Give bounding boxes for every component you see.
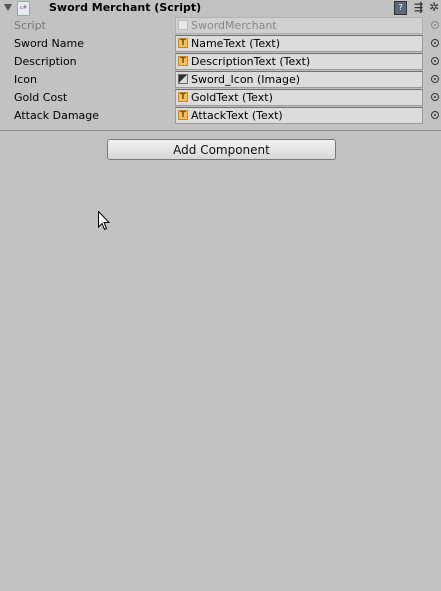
script-field: SwordMerchant	[175, 17, 423, 34]
description-field[interactable]: T DescriptionText (Text)	[175, 53, 423, 70]
object-picker-icon[interactable]	[431, 75, 439, 83]
field-label: Icon	[14, 73, 37, 86]
attack-damage-field[interactable]: T AttackText (Text)	[175, 107, 423, 124]
csharp-script-icon: c#	[17, 1, 30, 16]
field-row-attack-damage: Attack Damage T AttackText (Text)	[0, 107, 441, 125]
field-value: SwordMerchant	[191, 19, 277, 32]
field-label: Description	[14, 55, 77, 68]
field-row-description: Description T DescriptionText (Text)	[0, 53, 441, 71]
component-title: Sword Merchant (Script)	[49, 1, 202, 14]
image-icon	[178, 74, 188, 84]
field-value: Sword_Icon (Image)	[191, 73, 301, 86]
text-icon: T	[178, 92, 188, 102]
text-icon: T	[178, 56, 188, 66]
preset-icon[interactable]: ⇶	[414, 1, 423, 15]
field-row-sword-name: Sword Name T NameText (Text)	[0, 35, 441, 53]
field-label: Script	[14, 19, 46, 32]
field-label: Gold Cost	[14, 91, 68, 104]
object-picker-icon[interactable]	[431, 39, 439, 47]
sword-name-field[interactable]: T NameText (Text)	[175, 35, 423, 52]
field-value: DescriptionText (Text)	[191, 55, 311, 68]
object-picker-icon	[431, 21, 439, 29]
field-label: Attack Damage	[14, 109, 100, 122]
field-row-icon: Icon Sword_Icon (Image)	[0, 71, 441, 89]
object-picker-icon[interactable]	[431, 93, 439, 101]
field-value: NameText (Text)	[191, 37, 281, 50]
icon-field[interactable]: Sword_Icon (Image)	[175, 71, 423, 88]
field-value: GoldText (Text)	[191, 91, 273, 104]
script-icon	[178, 20, 188, 30]
help-icon[interactable]: ?	[394, 1, 407, 15]
text-icon: T	[178, 38, 188, 48]
object-picker-icon[interactable]	[431, 111, 439, 119]
divider	[0, 130, 441, 131]
object-picker-icon[interactable]	[431, 57, 439, 65]
gold-cost-field[interactable]: T GoldText (Text)	[175, 89, 423, 106]
field-value: AttackText (Text)	[191, 109, 283, 122]
field-row-script: Script SwordMerchant	[0, 17, 441, 35]
field-label: Sword Name	[14, 37, 84, 50]
text-icon: T	[178, 110, 188, 120]
gear-icon[interactable]: ✲	[429, 0, 439, 14]
add-component-button[interactable]: Add Component	[107, 139, 336, 160]
component-header[interactable]: c# Sword Merchant (Script) ? ⇶ ✲	[0, 0, 441, 17]
foldout-arrow-icon[interactable]	[4, 4, 12, 11]
field-row-gold-cost: Gold Cost T GoldText (Text)	[0, 89, 441, 107]
